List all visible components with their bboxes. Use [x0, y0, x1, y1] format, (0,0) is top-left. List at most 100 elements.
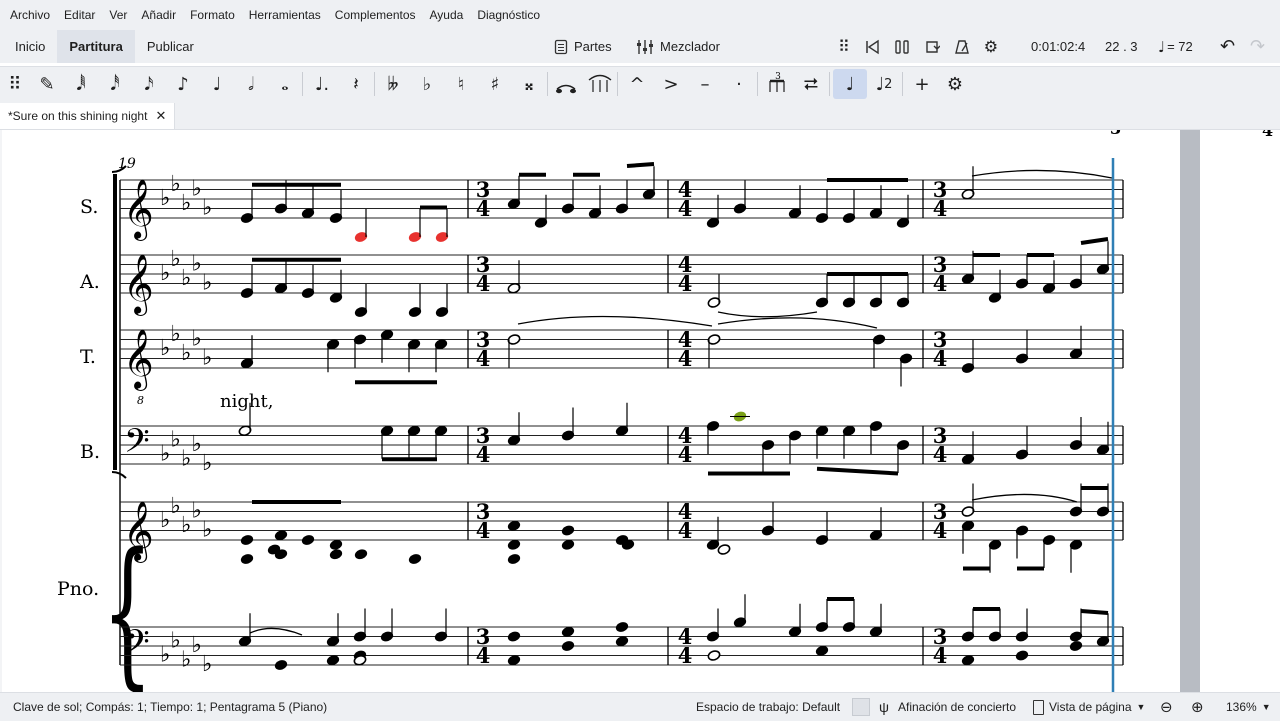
- menu-formato[interactable]: Formato: [183, 8, 242, 22]
- double-flat-icon[interactable]: 𝄫: [376, 66, 410, 102]
- double-sharp-icon[interactable]: 𝄪: [512, 66, 546, 102]
- slur-icon[interactable]: [583, 66, 617, 102]
- drag-handle-icon[interactable]: ⠿: [838, 37, 850, 57]
- flat-sign: ♭: [171, 628, 181, 653]
- voice-1-icon[interactable]: ♩: [833, 69, 867, 99]
- loop-icon[interactable]: [924, 39, 940, 55]
- flat-sign: ♭: [202, 652, 212, 677]
- tie: [717, 311, 818, 318]
- duration-whole-icon[interactable]: 𝅝: [268, 66, 302, 102]
- menu-anadir[interactable]: Añadir: [134, 8, 183, 22]
- view-mode-label: Vista de página: [1049, 700, 1132, 714]
- note-head: [561, 626, 575, 637]
- mixer-button[interactable]: Mezclador: [636, 30, 720, 63]
- undo-button[interactable]: ↶: [1220, 30, 1235, 63]
- time-signature-bottom: 4: [476, 442, 491, 467]
- checkbox[interactable]: [852, 698, 870, 716]
- tuplet-icon[interactable]: 3: [760, 66, 794, 102]
- flat-sign: ♭: [202, 518, 212, 543]
- menu-ver[interactable]: Ver: [102, 8, 134, 22]
- accent-icon[interactable]: >: [654, 66, 688, 102]
- metronome-icon[interactable]: [954, 39, 970, 55]
- score-tab[interactable]: *Sure on this shining night ✕: [0, 103, 176, 129]
- duration-32nd-icon[interactable]: 𝅘𝅥𝅰: [98, 66, 132, 102]
- redo-icon: ↷: [1250, 36, 1266, 56]
- time-signature-bottom: 4: [476, 518, 491, 543]
- flat-sign: ♭: [202, 271, 212, 296]
- concert-pitch-toggle[interactable]: ψ Afinación de concierto: [852, 693, 1016, 721]
- duration-eighth-icon[interactable]: ♪: [166, 66, 200, 102]
- flip-direction-icon[interactable]: ⮂: [794, 66, 828, 102]
- duration-quarter-icon[interactable]: ♩: [200, 66, 234, 102]
- menu-herramientas[interactable]: Herramientas: [242, 8, 328, 22]
- zoom-in-icon[interactable]: ⊕: [1191, 693, 1204, 721]
- flat-sign: ♭: [171, 322, 181, 347]
- menu-diagnostico[interactable]: Diagnóstico: [470, 8, 547, 22]
- next-page[interactable]: 4: [1200, 121, 1280, 692]
- voice-2-icon[interactable]: ♩ 2: [867, 66, 901, 102]
- separator: [829, 72, 830, 96]
- play-pause-icon[interactable]: [894, 39, 910, 55]
- duration-64th-icon[interactable]: 𝅘𝅥𝅱: [64, 66, 98, 102]
- octave-marking: 8: [137, 394, 144, 407]
- close-tab-icon[interactable]: ✕: [155, 108, 166, 124]
- treble-clef: 𝄞: [123, 179, 154, 241]
- rewind-icon[interactable]: [864, 39, 880, 55]
- note-head: [507, 655, 521, 666]
- tab-inicio[interactable]: Inicio: [3, 30, 57, 63]
- duration-half-icon[interactable]: 𝅗𝅥: [234, 66, 268, 102]
- redo-button[interactable]: ↷: [1250, 30, 1265, 63]
- playback-settings-icon[interactable]: ⚙: [984, 37, 998, 57]
- rest-icon[interactable]: 𝄽: [339, 66, 373, 102]
- workspace-selector[interactable]: Espacio de trabajo: Default: [696, 693, 840, 721]
- flat-sign: ♭: [181, 341, 191, 366]
- zoom-selector[interactable]: 136% ▼: [1226, 693, 1271, 721]
- note-input-mode-icon[interactable]: ✎: [30, 66, 64, 102]
- note-head: [717, 544, 731, 555]
- menu-ayuda[interactable]: Ayuda: [423, 8, 471, 22]
- time-display: 0:01:02:4: [1031, 39, 1086, 54]
- note-toolbar-drag-handle-icon[interactable]: ⠿: [0, 66, 30, 102]
- flat-sign: ♭: [171, 247, 181, 272]
- tenuto-icon[interactable]: –: [688, 66, 722, 102]
- flat-sign: ♭: [181, 191, 191, 216]
- menu-archivo[interactable]: Archivo: [0, 8, 57, 22]
- tie-icon[interactable]: [549, 66, 583, 102]
- natural-icon[interactable]: ♮: [444, 66, 478, 102]
- zoom-out-icon[interactable]: ⊖: [1160, 693, 1173, 721]
- sharp-icon[interactable]: ♯: [478, 66, 512, 102]
- note-toolbar-settings-icon[interactable]: ⚙: [938, 66, 972, 102]
- note-head: [961, 655, 975, 666]
- concert-pitch-label: Afinación de concierto: [897, 700, 1017, 714]
- parts-button[interactable]: Partes: [554, 30, 612, 63]
- flat-sign: ♭: [181, 513, 191, 538]
- duration-16th-icon[interactable]: 𝅘𝅥𝅯: [132, 66, 166, 102]
- score-page[interactable]: 319{Pno.S.𝄞♭♭♭♭♭344434A.𝄞♭♭♭♭♭344434T.𝄞♭…: [2, 130, 1180, 692]
- marcato-icon[interactable]: ^: [620, 66, 654, 102]
- add-icon[interactable]: +: [905, 66, 939, 102]
- undo-icon: ↶: [1220, 36, 1236, 56]
- flat-icon[interactable]: ♭: [410, 66, 444, 102]
- flat-sign: ♭: [192, 633, 202, 658]
- time-signature-bottom: 4: [678, 271, 693, 296]
- tab-partitura[interactable]: Partitura: [57, 30, 135, 63]
- augmentation-dot-icon[interactable]: ♩.: [305, 66, 339, 102]
- menu-complementos[interactable]: Complementos: [328, 8, 423, 22]
- staccato-icon[interactable]: ·: [722, 66, 756, 102]
- flat-sign: ♭: [160, 643, 170, 668]
- page-divider: [1180, 130, 1200, 692]
- beam: [1080, 609, 1109, 615]
- flat-sign: ♭: [192, 327, 202, 352]
- separator: [374, 72, 375, 96]
- next-page-number: 4: [1262, 130, 1273, 140]
- note-head: [615, 622, 629, 632]
- view-mode-selector[interactable]: Vista de página ▼: [1033, 693, 1145, 721]
- score-notation[interactable]: 319{Pno.S.𝄞♭♭♭♭♭344434A.𝄞♭♭♭♭♭344434T.𝄞♭…: [2, 130, 1180, 692]
- bracket-hook-bottom: [111, 471, 127, 479]
- tab-publicar[interactable]: Publicar: [135, 30, 206, 63]
- menu-editar[interactable]: Editar: [57, 8, 102, 22]
- note-head: [561, 641, 575, 651]
- note-head: [240, 554, 254, 564]
- tempo-display[interactable]: ♩ = 72: [1158, 30, 1193, 63]
- note-head: [354, 549, 368, 560]
